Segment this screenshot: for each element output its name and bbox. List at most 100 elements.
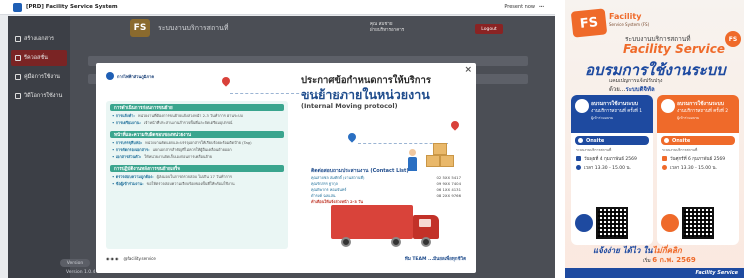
card-note: ผู้เข้าร่วมอบรม: [591, 116, 614, 120]
sidebar-item-label: คู่มือการใช้งาน: [24, 74, 60, 80]
protocol-value: แยกเอกสารสำคัญที่ไม่ควรให้ผู้อื่นเคลื่อน…: [152, 147, 232, 152]
team-label: ทีม TEAM ...มีนยลเพื่อทุกชีวิต: [404, 257, 466, 262]
location-icon: [664, 138, 669, 143]
fs-badge-icon: FS: [725, 31, 741, 47]
org-logo: การไฟฟ้าส่วนภูมิภาค: [106, 72, 154, 80]
wheel-icon: [391, 237, 401, 247]
protocol-key: • การคัดกรองเอกสาร:: [112, 147, 150, 152]
announcement-english: (Internal Moving protocol): [301, 102, 398, 110]
protocol-value: ผู้ส่งมอบในการตรวจสอบ ไม่เกิน 17 วันทำกา…: [156, 174, 232, 179]
sidebar-item-create[interactable]: สร้างเอกสาร: [11, 31, 67, 47]
protocol-row: • เอกสารส่วนตัว: ให้หน่วยงานจัดเก็บเองก่…: [112, 154, 282, 159]
logout-button[interactable]: Logout: [475, 24, 503, 34]
protocol-key: • ข้อผู้เข้าร่วมงาน:: [112, 181, 144, 186]
protocol-value: เจ้าหน้าที่ประสานงานสำรวจพื้นที่และจัดเต…: [143, 120, 233, 125]
onsite-badge: Onsite: [575, 136, 649, 145]
section-header: การดำเนินการก่อนการขนย้าย: [110, 104, 284, 111]
poster-logo-sub: Service System (FS): [609, 22, 650, 27]
card-time: เวลา 13.30 - 15.00 น.: [576, 164, 648, 171]
user-info: คุณ สมชาย ฝ่ายบริหารอาคาร: [370, 22, 404, 34]
wheel-icon: [421, 237, 431, 247]
video-icon: [15, 93, 21, 99]
sidebar-item-manual[interactable]: คู่มือการใช้งาน: [11, 69, 67, 85]
protocol-value: หน่วยงานที่ต้องการขนย้ายแจ้งล่วงหน้า 2-3…: [137, 113, 243, 118]
fs-logo: FS: [130, 19, 150, 37]
location-pin-icon: [346, 131, 358, 143]
app-stage: สร้างเอกสาร รีควอสชั่น คู่มือการใช้งาน ว…: [8, 16, 555, 278]
header: FS ระบบงานบริการสถานที่ คุณ สมชาย ฝ่ายบร…: [70, 16, 555, 44]
more-menu-icon[interactable]: ⋯: [539, 4, 545, 10]
truck-illustration: [331, 205, 441, 249]
present-button[interactable]: Present now: [504, 4, 535, 10]
contact-title: ติดต่อสอบถามประสานงาน (Contact List): [311, 168, 409, 174]
card-desc: ระบบงานบริการสถานที่: [662, 148, 698, 152]
protocol-row: • การบรรจุหีบห่อ: หน่วยงานคัดแยกและบรรจุ…: [112, 140, 282, 145]
link-icon: [661, 214, 679, 232]
sidebar-item-label: รีควอสชั่น: [24, 55, 48, 61]
version-label: Version 1.0.4: [66, 270, 96, 275]
poster-line2: Facility Service: [623, 42, 725, 56]
card-date: วันพุธที่ 4 กุมภาพันธ์ 2569: [576, 155, 648, 162]
protocol-key: • เอกสารส่วนตัว:: [112, 154, 142, 159]
contact-phone: 08 2XX 9766: [436, 193, 461, 198]
route-path: [230, 93, 350, 94]
poster-start-date: เริ่ม 6 ก.พ. 2569: [643, 256, 696, 264]
onsite-badge: Onsite: [661, 136, 735, 145]
sidebar: สร้างเอกสาร รีควอสชั่น คู่มือการใช้งาน ว…: [8, 16, 70, 278]
protocol-key: • การบรรจุหีบห่อ:: [112, 140, 143, 145]
section-header: หน้าที่และความรับผิดชอบของหน่วยงาน: [110, 131, 284, 138]
location-pin-icon: [220, 75, 232, 87]
social-icons: ◉◉◉: [106, 256, 120, 261]
protocol-panel: การดำเนินการก่อนการขนย้าย • การแจ้งคำ: ห…: [106, 101, 288, 249]
announcement-modal: × การไฟฟ้าส่วนภูมิภาค ประกาศข้อกำหนดการใ…: [96, 63, 476, 273]
user-icon: [661, 99, 675, 113]
card-note: ผู้เข้าร่วมอบรม: [677, 116, 700, 120]
protocol-value: หน่วยงานคัดแยกและบรรจุเอกสารให้เรียบร้อย…: [145, 140, 252, 145]
wheel-icon: [341, 237, 351, 247]
card-desc: ระบบงานบริการสถานที่: [576, 148, 612, 152]
window-title: [PRD] Facility Service System: [26, 4, 118, 10]
training-card-2: อบรมการใช้งานระบบ งานบริการสถานที่ ครั้ง…: [657, 95, 739, 245]
version-pill: Version: [60, 259, 90, 267]
user-icon: [575, 99, 589, 113]
document-icon: [15, 36, 21, 42]
protocol-row: • ข้อผู้เข้าร่วมงาน: ขอให้ตรวจสอบความเรี…: [112, 181, 282, 186]
title-bar-actions: Present now ⋯: [504, 4, 545, 10]
sidebar-item-label: วิดีโอการใช้งาน: [24, 93, 63, 99]
book-icon: [15, 74, 21, 80]
calendar-icon: [662, 156, 667, 161]
card-subtitle: งานบริการสถานที่ ครั้งที่ 2: [677, 109, 729, 114]
training-card-1: อบรมการใช้งานระบบ งานบริการสถานที่ ครั้ง…: [571, 95, 653, 245]
protocol-key: • ตรวจสอบความถูกต้อง:: [112, 174, 154, 179]
app-logo-icon: [13, 2, 22, 12]
sidebar-item-label: สร้างเอกสาร: [24, 36, 54, 42]
protocol-row: • การคัดกรองเอกสาร: แยกเอกสารสำคัญที่ไม่…: [112, 147, 282, 152]
protocol-row: • การเตรียมงาน: เจ้าหน้าที่ประสานงานสำรว…: [112, 120, 282, 125]
app-window: [PRD] Facility Service System Present no…: [0, 0, 555, 278]
title-bar: [PRD] Facility Service System Present no…: [0, 0, 555, 15]
calendar-icon: [576, 156, 581, 161]
fs-logo: FS: [570, 8, 608, 38]
header-title: ระบบงานบริการสถานที่: [158, 24, 229, 32]
org-logo-icon: [106, 72, 114, 80]
location-icon: [578, 138, 583, 143]
poster-logo-label: Facility: [609, 12, 642, 21]
protocol-row: • ตรวจสอบความถูกต้อง: ผู้ส่งมอบในการตรวจ…: [112, 174, 282, 179]
link-icon: [575, 214, 593, 232]
qr-code[interactable]: [596, 207, 628, 239]
card-subtitle: งานบริการสถานที่ ครั้งที่ 1: [591, 109, 643, 114]
user-department: ฝ่ายบริหารอาคาร: [370, 28, 405, 33]
training-poster: FS Facility Service System (FS) FS ระบบง…: [565, 0, 744, 278]
list-icon: [15, 55, 21, 61]
section-header: การปฏิบัติงานหลังการขนย้ายเสร็จ: [110, 165, 284, 172]
modal-footer: ◉◉◉ @facility.service: [106, 256, 156, 261]
card-date: วันศุกร์ที่ 6 กุมภาพันธ์ 2569: [662, 155, 734, 162]
sidebar-item-video[interactable]: วิดีโอการใช้งาน: [11, 88, 67, 104]
footer-handle: @facility.service: [123, 256, 156, 261]
location-pin-icon: [449, 119, 461, 131]
sidebar-item-requests[interactable]: รีควอสชั่น: [11, 50, 67, 66]
protocol-row: • การแจ้งคำ: หน่วยงานที่ต้องการขนย้ายแจ้…: [112, 113, 282, 118]
close-icon[interactable]: ×: [464, 66, 472, 75]
poster-line5: ด้วย...ระบบดิจิทัล: [609, 86, 655, 93]
qr-code[interactable]: [682, 207, 714, 239]
